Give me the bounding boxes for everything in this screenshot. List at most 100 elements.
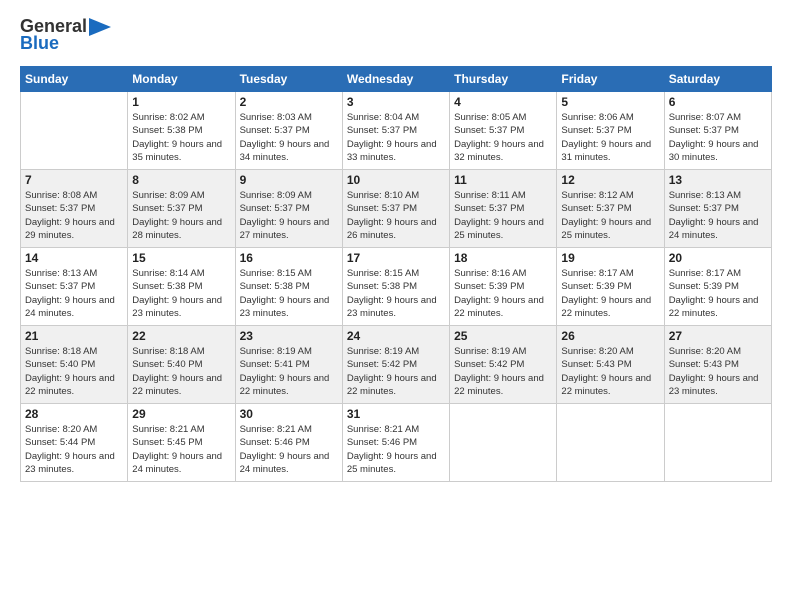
day-number: 24: [347, 329, 445, 343]
day-number: 1: [132, 95, 230, 109]
calendar-cell: [557, 404, 664, 482]
calendar-cell: 5 Sunrise: 8:06 AMSunset: 5:37 PMDaylight…: [557, 92, 664, 170]
day-info: Sunrise: 8:04 AMSunset: 5:37 PMDaylight:…: [347, 111, 445, 164]
calendar-week-row: 28 Sunrise: 8:20 AMSunset: 5:44 PMDayligh…: [21, 404, 772, 482]
calendar-cell: 13 Sunrise: 8:13 AMSunset: 5:37 PMDayligh…: [664, 170, 771, 248]
day-number: 30: [240, 407, 338, 421]
calendar-cell: 23 Sunrise: 8:19 AMSunset: 5:41 PMDayligh…: [235, 326, 342, 404]
day-info: Sunrise: 8:17 AMSunset: 5:39 PMDaylight:…: [669, 267, 767, 320]
day-info: Sunrise: 8:08 AMSunset: 5:37 PMDaylight:…: [25, 189, 123, 242]
day-info: Sunrise: 8:05 AMSunset: 5:37 PMDaylight:…: [454, 111, 552, 164]
page-header: General Blue: [20, 16, 772, 54]
calendar-cell: 18 Sunrise: 8:16 AMSunset: 5:39 PMDayligh…: [450, 248, 557, 326]
day-info: Sunrise: 8:18 AMSunset: 5:40 PMDaylight:…: [25, 345, 123, 398]
day-info: Sunrise: 8:06 AMSunset: 5:37 PMDaylight:…: [561, 111, 659, 164]
page-container: General Blue SundayMondayTuesdayWednesda…: [0, 0, 792, 612]
day-info: Sunrise: 8:20 AMSunset: 5:43 PMDaylight:…: [561, 345, 659, 398]
day-info: Sunrise: 8:11 AMSunset: 5:37 PMDaylight:…: [454, 189, 552, 242]
day-number: 18: [454, 251, 552, 265]
day-number: 9: [240, 173, 338, 187]
weekday-header: Tuesday: [235, 67, 342, 92]
calendar-cell: 6 Sunrise: 8:07 AMSunset: 5:37 PMDaylight…: [664, 92, 771, 170]
calendar-cell: 31 Sunrise: 8:21 AMSunset: 5:46 PMDayligh…: [342, 404, 449, 482]
day-info: Sunrise: 8:19 AMSunset: 5:41 PMDaylight:…: [240, 345, 338, 398]
calendar-cell: 21 Sunrise: 8:18 AMSunset: 5:40 PMDayligh…: [21, 326, 128, 404]
calendar-cell: 16 Sunrise: 8:15 AMSunset: 5:38 PMDayligh…: [235, 248, 342, 326]
calendar-cell: 15 Sunrise: 8:14 AMSunset: 5:38 PMDayligh…: [128, 248, 235, 326]
day-number: 14: [25, 251, 123, 265]
day-number: 22: [132, 329, 230, 343]
weekday-header: Wednesday: [342, 67, 449, 92]
day-info: Sunrise: 8:16 AMSunset: 5:39 PMDaylight:…: [454, 267, 552, 320]
day-number: 7: [25, 173, 123, 187]
day-number: 15: [132, 251, 230, 265]
day-number: 27: [669, 329, 767, 343]
day-info: Sunrise: 8:10 AMSunset: 5:37 PMDaylight:…: [347, 189, 445, 242]
day-info: Sunrise: 8:12 AMSunset: 5:37 PMDaylight:…: [561, 189, 659, 242]
day-number: 5: [561, 95, 659, 109]
calendar-cell: 3Sunrise: 8:04 AMSunset: 5:37 PMDaylight…: [342, 92, 449, 170]
calendar-cell: 28 Sunrise: 8:20 AMSunset: 5:44 PMDayligh…: [21, 404, 128, 482]
day-info: Sunrise: 8:17 AMSunset: 5:39 PMDaylight:…: [561, 267, 659, 320]
calendar-cell: 1 Sunrise: 8:02 AMSunset: 5:38 PMDaylight…: [128, 92, 235, 170]
logo-blue-text: Blue: [20, 33, 59, 54]
day-number: 13: [669, 173, 767, 187]
calendar-cell: 2Sunrise: 8:03 AMSunset: 5:37 PMDaylight…: [235, 92, 342, 170]
day-number: 8: [132, 173, 230, 187]
calendar-cell: 25Sunrise: 8:19 AMSunset: 5:42 PMDayligh…: [450, 326, 557, 404]
calendar-cell: 14 Sunrise: 8:13 AMSunset: 5:37 PMDayligh…: [21, 248, 128, 326]
day-number: 28: [25, 407, 123, 421]
calendar-cell: [21, 92, 128, 170]
day-info: Sunrise: 8:02 AMSunset: 5:38 PMDaylight:…: [132, 111, 230, 164]
day-number: 4: [454, 95, 552, 109]
day-info: Sunrise: 8:09 AMSunset: 5:37 PMDaylight:…: [240, 189, 338, 242]
day-info: Sunrise: 8:21 AMSunset: 5:45 PMDaylight:…: [132, 423, 230, 476]
calendar-cell: 10 Sunrise: 8:10 AMSunset: 5:37 PMDayligh…: [342, 170, 449, 248]
day-info: Sunrise: 8:09 AMSunset: 5:37 PMDaylight:…: [132, 189, 230, 242]
calendar-cell: [450, 404, 557, 482]
day-info: Sunrise: 8:15 AMSunset: 5:38 PMDaylight:…: [347, 267, 445, 320]
calendar-cell: 7 Sunrise: 8:08 AMSunset: 5:37 PMDaylight…: [21, 170, 128, 248]
day-info: Sunrise: 8:14 AMSunset: 5:38 PMDaylight:…: [132, 267, 230, 320]
calendar-cell: 8 Sunrise: 8:09 AMSunset: 5:37 PMDaylight…: [128, 170, 235, 248]
day-info: Sunrise: 8:03 AMSunset: 5:37 PMDaylight:…: [240, 111, 338, 164]
weekday-header: Monday: [128, 67, 235, 92]
day-info: Sunrise: 8:21 AMSunset: 5:46 PMDaylight:…: [347, 423, 445, 476]
day-number: 10: [347, 173, 445, 187]
day-number: 16: [240, 251, 338, 265]
calendar-header-row: SundayMondayTuesdayWednesdayThursdayFrid…: [21, 67, 772, 92]
day-number: 23: [240, 329, 338, 343]
calendar-cell: 22 Sunrise: 8:18 AMSunset: 5:40 PMDayligh…: [128, 326, 235, 404]
day-number: 19: [561, 251, 659, 265]
calendar-cell: 11Sunrise: 8:11 AMSunset: 5:37 PMDayligh…: [450, 170, 557, 248]
day-info: Sunrise: 8:13 AMSunset: 5:37 PMDaylight:…: [669, 189, 767, 242]
calendar-cell: 20 Sunrise: 8:17 AMSunset: 5:39 PMDayligh…: [664, 248, 771, 326]
calendar-table: SundayMondayTuesdayWednesdayThursdayFrid…: [20, 66, 772, 482]
weekday-header: Thursday: [450, 67, 557, 92]
calendar-cell: 19 Sunrise: 8:17 AMSunset: 5:39 PMDayligh…: [557, 248, 664, 326]
calendar-cell: 27Sunrise: 8:20 AMSunset: 5:43 PMDayligh…: [664, 326, 771, 404]
day-info: Sunrise: 8:18 AMSunset: 5:40 PMDaylight:…: [132, 345, 230, 398]
day-info: Sunrise: 8:13 AMSunset: 5:37 PMDaylight:…: [25, 267, 123, 320]
day-info: Sunrise: 8:21 AMSunset: 5:46 PMDaylight:…: [240, 423, 338, 476]
day-number: 29: [132, 407, 230, 421]
day-number: 12: [561, 173, 659, 187]
day-info: Sunrise: 8:20 AMSunset: 5:44 PMDaylight:…: [25, 423, 123, 476]
calendar-cell: 26Sunrise: 8:20 AMSunset: 5:43 PMDayligh…: [557, 326, 664, 404]
day-number: 21: [25, 329, 123, 343]
day-info: Sunrise: 8:19 AMSunset: 5:42 PMDaylight:…: [347, 345, 445, 398]
logo: General Blue: [20, 16, 111, 54]
calendar-week-row: 7 Sunrise: 8:08 AMSunset: 5:37 PMDaylight…: [21, 170, 772, 248]
day-info: Sunrise: 8:15 AMSunset: 5:38 PMDaylight:…: [240, 267, 338, 320]
logo-arrow-icon: [89, 18, 111, 36]
calendar-cell: 29 Sunrise: 8:21 AMSunset: 5:45 PMDayligh…: [128, 404, 235, 482]
day-number: 31: [347, 407, 445, 421]
day-info: Sunrise: 8:07 AMSunset: 5:37 PMDaylight:…: [669, 111, 767, 164]
day-number: 17: [347, 251, 445, 265]
calendar-week-row: 1 Sunrise: 8:02 AMSunset: 5:38 PMDaylight…: [21, 92, 772, 170]
day-info: Sunrise: 8:19 AMSunset: 5:42 PMDaylight:…: [454, 345, 552, 398]
day-number: 20: [669, 251, 767, 265]
calendar-cell: 4 Sunrise: 8:05 AMSunset: 5:37 PMDaylight…: [450, 92, 557, 170]
day-number: 6: [669, 95, 767, 109]
weekday-header: Friday: [557, 67, 664, 92]
